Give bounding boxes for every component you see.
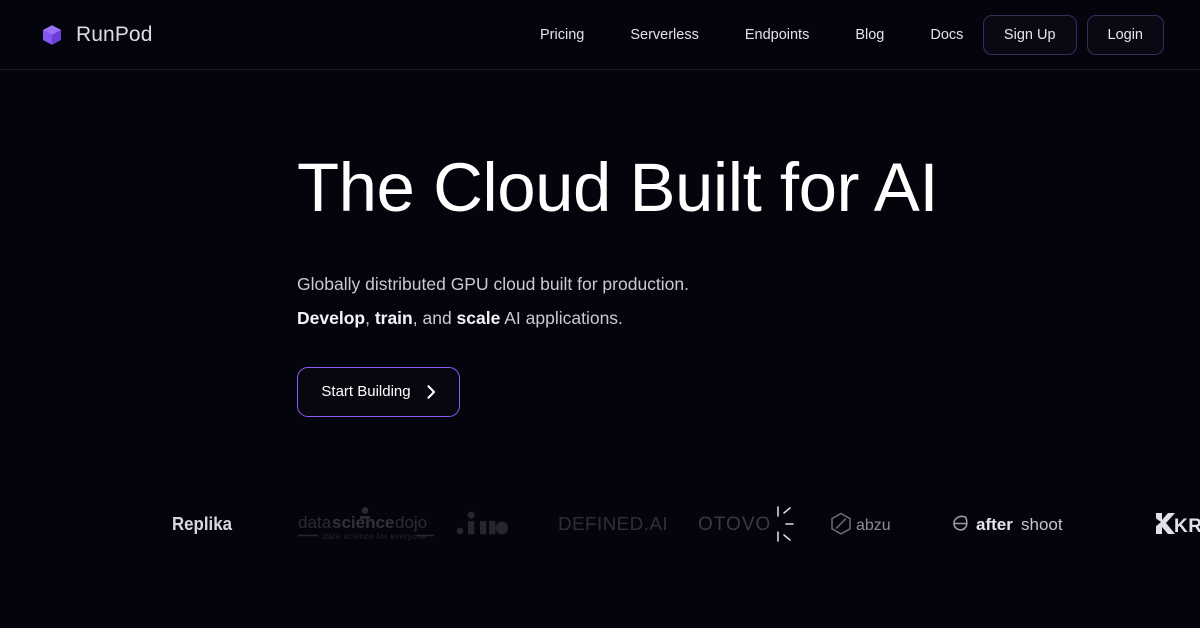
brand-name: RunPod	[76, 22, 153, 46]
logo-defined-ai: DEFINED.AI	[558, 496, 670, 552]
nav-item-blog[interactable]: Blog	[855, 19, 884, 51]
nav-item-pricing[interactable]: Pricing	[540, 19, 584, 51]
page-title: The Cloud Built for AI	[297, 149, 939, 226]
logo-dsd-word1: data	[298, 513, 332, 532]
login-button[interactable]: Login	[1086, 14, 1164, 55]
logo-abzu: abzu	[830, 496, 908, 552]
hero-subtitle-sep1: ,	[365, 307, 375, 328]
logo-replika-text: Replika	[172, 514, 233, 534]
logo-datasciencedojo: data science dojo data science for every…	[296, 496, 436, 552]
hero-emphasis-develop: Develop	[297, 307, 366, 328]
logo-aftershoot: after shoot	[950, 496, 1076, 552]
hero-subtitle-tail: AI applications.	[500, 307, 623, 328]
chevron-right-icon	[427, 385, 436, 399]
logo-replika: Replika	[172, 496, 234, 552]
site-header: RunPod Pricing Serverless Endpoints Blog…	[0, 0, 1200, 70]
logo-otovo-text: OTOVO	[698, 514, 771, 535]
logo-krn: KRN	[1152, 496, 1200, 552]
nav-item-serverless[interactable]: Serverless	[630, 19, 699, 51]
otovo-sunburst-icon	[777, 506, 794, 542]
logo-aftershoot-word1: after	[976, 515, 1013, 534]
sign-up-button[interactable]: Sign Up	[982, 14, 1077, 55]
logo-abzu-text: abzu	[856, 517, 891, 534]
cube-icon	[40, 23, 64, 47]
logo-dsd-word2: science	[332, 513, 394, 532]
hero-subtitle-line1: Globally distributed GPU cloud built for…	[297, 274, 690, 295]
logo-defined-ai-text: DEFINED.AI	[558, 514, 668, 534]
hero-subtitle-sep2: , and	[412, 307, 457, 328]
start-building-label: Start Building	[321, 383, 411, 401]
auth-buttons: Sign Up Login	[982, 14, 1164, 55]
hero-section: The Cloud Built for AI Globally distribu…	[0, 70, 1200, 417]
logo-dsd-tagline: data science for everyone	[323, 532, 427, 541]
logo-dsd-word3: dojo	[395, 513, 427, 532]
hero-emphasis-scale: scale	[456, 307, 501, 328]
logo-aftershoot-word2: shoot	[1021, 515, 1063, 534]
customer-logo-strip: Replika data science dojo data science f…	[0, 496, 1200, 552]
logo-otovo: OTOVO	[698, 496, 794, 552]
logo-krn-text: KRN	[1174, 516, 1200, 537]
logo-jina: jina	[456, 496, 508, 552]
hero-subtitle: Globally distributed GPU cloud built for…	[297, 268, 1200, 335]
nav-item-docs[interactable]: Docs	[930, 19, 963, 51]
brand-logo[interactable]: RunPod	[40, 23, 153, 47]
main-nav: Pricing Serverless Endpoints Blog Docs	[540, 19, 963, 51]
hero-emphasis-train: train	[374, 307, 413, 328]
start-building-button[interactable]: Start Building	[297, 366, 460, 417]
nav-item-endpoints[interactable]: Endpoints	[745, 19, 810, 51]
